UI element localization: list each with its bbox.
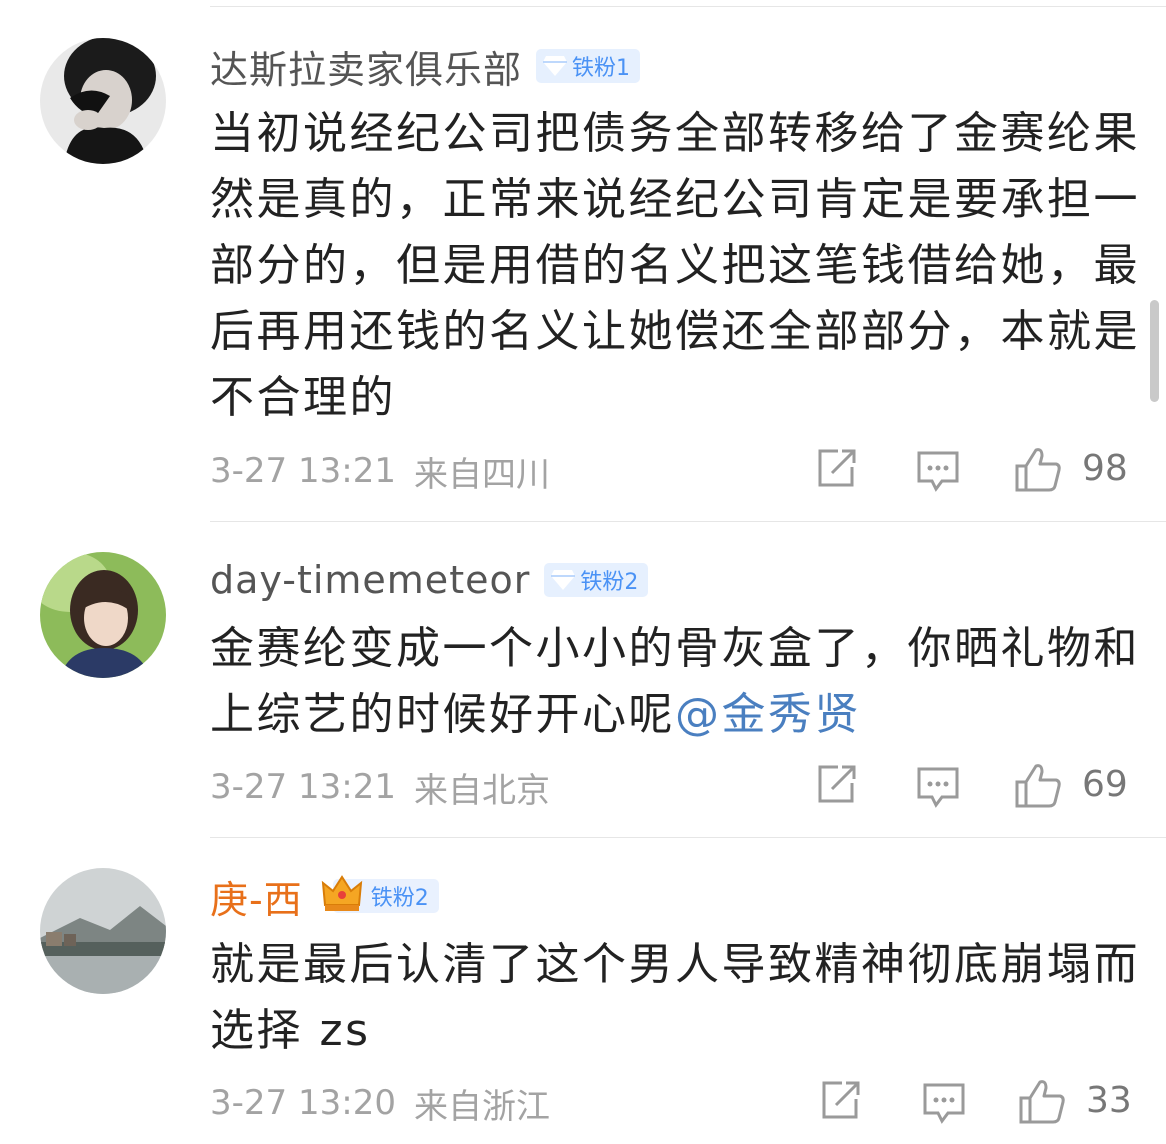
badge-label: 铁粉2 <box>580 570 639 595</box>
mention-link[interactable]: @金秀贤 <box>675 689 861 740</box>
comment-header: day-timemeteor 铁粉2 <box>210 550 649 610</box>
comment-meta: 3-27 13:20 来自浙江 <box>210 1078 550 1128</box>
thumbs-up-icon[interactable] <box>1014 446 1062 492</box>
comment-time: 3-27 13:21 <box>210 451 396 491</box>
avatar[interactable] <box>40 868 166 994</box>
share-icon[interactable] <box>814 447 858 491</box>
comment-time: 3-27 13:21 <box>210 767 396 807</box>
badge-label: 铁粉2 <box>370 886 429 911</box>
avatar[interactable] <box>40 38 166 164</box>
comment-location: 来自北京 <box>413 770 550 811</box>
comment-time: 3-27 13:20 <box>210 1083 396 1123</box>
comment-location: 来自四川 <box>413 454 550 495</box>
comment-text: 金赛纶变成一个小小的骨灰盒了，你晒礼物和上综艺的时候好开心呢@金秀贤 <box>210 616 1140 748</box>
thumbs-up-icon[interactable] <box>1018 1078 1066 1124</box>
comment-icon[interactable] <box>916 765 960 809</box>
comment-icon[interactable] <box>922 1081 966 1125</box>
username[interactable]: 庚-西 <box>210 869 303 924</box>
top-divider <box>210 6 1166 7</box>
thumbs-up-icon[interactable] <box>1014 762 1062 808</box>
comment-text: 当初说经纪公司把债务全部转移给了金赛纶果然是真的，正常来说经纪公司肯定是要承担一… <box>210 101 1140 431</box>
comment-header: 达斯拉卖家俱乐部 铁粉1 <box>210 36 641 96</box>
diamond-icon <box>543 56 568 76</box>
username[interactable]: day-timemeteor <box>210 558 530 602</box>
like-count: 98 <box>1082 448 1128 489</box>
scrollbar[interactable] <box>1150 300 1159 402</box>
comment-location: 来自浙江 <box>413 1086 550 1127</box>
comment-meta: 3-27 13:21 来自北京 <box>210 762 550 812</box>
comment-body: 当初说经纪公司把债务全部转移给了金赛纶果然是真的，正常来说经纪公司肯定是要承担一… <box>210 108 1140 423</box>
avatar[interactable] <box>40 552 166 678</box>
comment-meta: 3-27 13:21 来自四川 <box>210 446 550 496</box>
comment-body: 就是最后认清了这个男人导致精神彻底崩塌而选择 zs <box>210 939 1140 1056</box>
fan-badge[interactable]: 铁粉2 <box>321 875 439 913</box>
like-count: 69 <box>1082 764 1128 805</box>
comment-header: 庚-西 铁粉2 <box>210 866 439 926</box>
divider <box>210 521 1166 522</box>
like-count: 33 <box>1086 1080 1132 1121</box>
divider <box>210 837 1166 838</box>
fan-badge[interactable]: 铁粉1 <box>536 49 641 83</box>
share-icon[interactable] <box>818 1079 862 1123</box>
fan-badge[interactable]: 铁粉2 <box>544 563 649 597</box>
crown-icon <box>321 875 362 911</box>
diamond-icon <box>551 570 576 590</box>
username[interactable]: 达斯拉卖家俱乐部 <box>210 39 522 94</box>
badge-label: 铁粉1 <box>572 56 631 81</box>
comment-icon[interactable] <box>916 449 960 493</box>
comment-text: 就是最后认清了这个男人导致精神彻底崩塌而选择 zs <box>210 932 1140 1064</box>
share-icon[interactable] <box>814 763 858 807</box>
